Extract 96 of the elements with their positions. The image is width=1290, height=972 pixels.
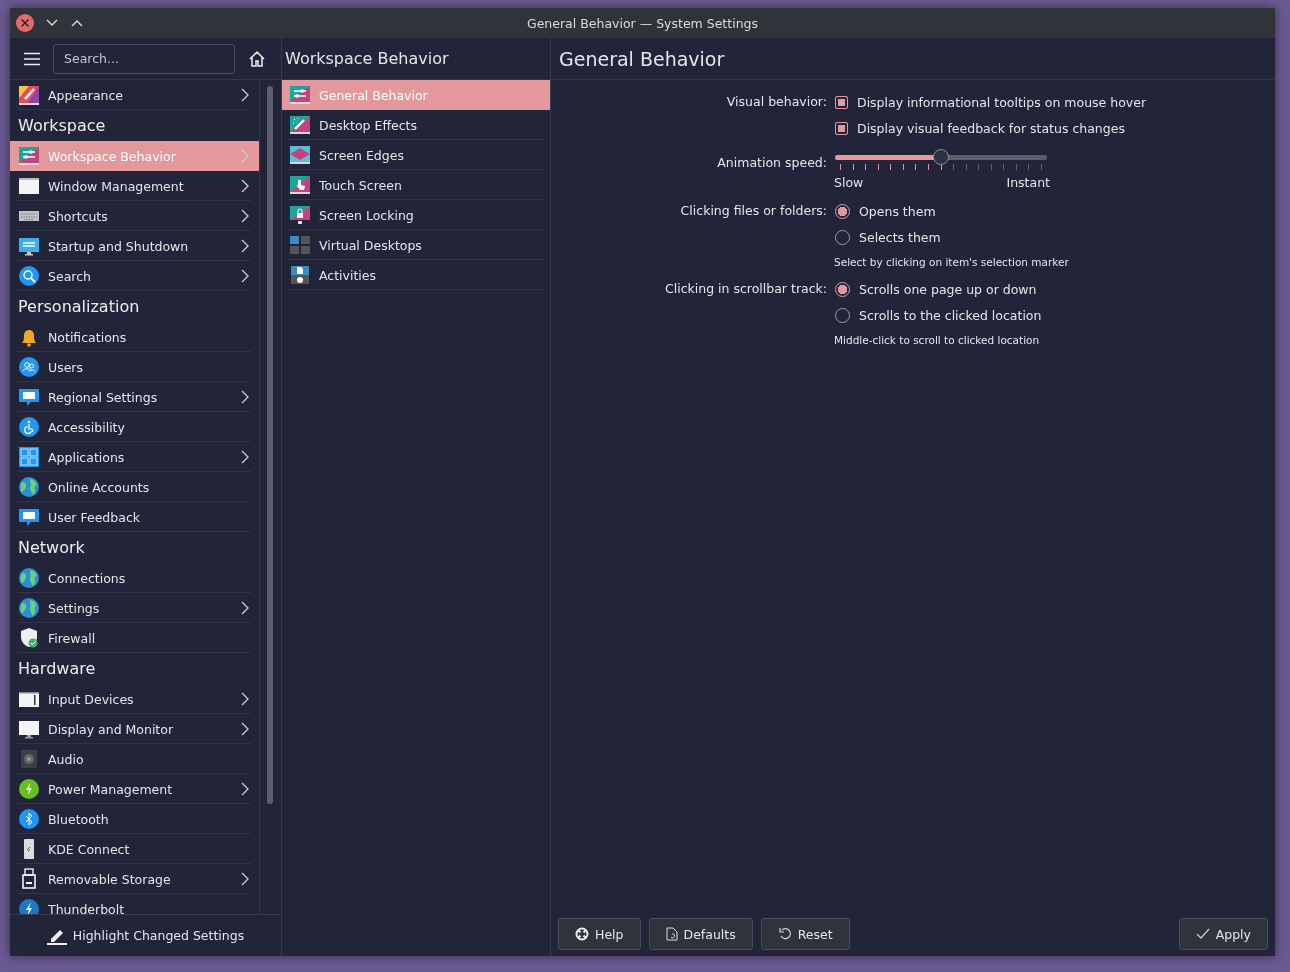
speech-bubble-icon <box>18 506 40 528</box>
help-button[interactable]: Help <box>558 918 641 950</box>
home-icon[interactable] <box>248 49 266 68</box>
category-title: Workspace Behavior <box>285 49 449 68</box>
monitor-icon <box>18 718 40 740</box>
sidebar-item[interactable]: Audio <box>10 744 260 774</box>
sidebar-item[interactable]: Regional Settings <box>10 382 260 412</box>
checkbox[interactable] <box>835 96 848 109</box>
highlight-changed-settings-button[interactable]: Highlight Changed Settings <box>42 924 249 947</box>
window-icon <box>18 175 40 197</box>
radio-option[interactable]: Opens them <box>834 200 936 223</box>
sidebar-item[interactable]: Startup and Shutdown <box>10 231 260 261</box>
sidebar-item[interactable]: Power Management <box>10 774 260 804</box>
radio-button[interactable] <box>835 282 850 297</box>
document-icon <box>665 927 678 941</box>
app-grid-icon <box>18 446 40 468</box>
magic-wand-icon <box>289 114 311 136</box>
section-header: Network <box>17 537 86 559</box>
search-field[interactable]: Search... <box>53 43 235 74</box>
sidebar-item[interactable]: Input Devices <box>10 684 260 714</box>
sidebar-item[interactable]: Users <box>10 352 260 382</box>
lock-icon <box>289 204 311 226</box>
tiles-icon <box>289 144 311 166</box>
globe-icon <box>18 597 40 619</box>
category-item[interactable]: Virtual Desktops <box>282 230 550 260</box>
search-icon <box>18 265 40 287</box>
sidebar-item[interactable]: Display and Monitor <box>10 714 260 744</box>
sidebar-item[interactable]: Connections <box>10 563 260 593</box>
sidebar-item[interactable]: User Feedback <box>10 502 260 532</box>
field-label: Visual behavior: <box>725 93 827 111</box>
undo-icon <box>777 927 792 941</box>
hint-text: Middle-click to scroll to clicked location <box>834 333 1040 346</box>
sidebar-item[interactable]: Window Management <box>10 171 260 201</box>
field-label: Clicking in scrollbar track: <box>663 280 827 298</box>
lightning-icon <box>18 898 40 914</box>
checkmark-icon <box>1195 928 1210 940</box>
radio-option[interactable]: Scrolls to the clicked location <box>834 304 1042 327</box>
window-title: General Behavior — System Settings <box>526 15 758 31</box>
shield-icon <box>18 627 40 649</box>
sidebar-item[interactable]: Search <box>10 261 260 291</box>
sidebar-item[interactable]: Accessibility <box>10 412 260 442</box>
sidebar-item[interactable]: Shortcuts <box>10 201 260 231</box>
section-header: Hardware <box>17 658 97 680</box>
checkbox-option[interactable]: Display informational tooltips on mouse hover <box>834 91 1147 114</box>
document-globe-icon <box>289 264 311 286</box>
sidebar-item[interactable]: Online Accounts <box>10 472 260 502</box>
field-label: Animation speed: <box>716 154 827 172</box>
accessibility-icon <box>18 416 40 438</box>
sliders-icon <box>289 84 311 106</box>
defaults-button[interactable]: Defaults <box>648 918 753 950</box>
hint-text: Select by clicking on item's selection marker <box>834 255 1069 268</box>
checkbox[interactable] <box>835 122 848 135</box>
hand-pointer-icon <box>289 174 311 196</box>
sidebar-item[interactable]: KDE Connect <box>10 834 260 864</box>
minimize-button[interactable] <box>45 18 59 28</box>
sidebar-item[interactable]: Removable Storage <box>10 864 260 894</box>
speech-bubble-icon <box>18 386 40 408</box>
radio-option[interactable]: Scrolls one page up or down <box>834 278 1037 301</box>
bluetooth-icon <box>18 808 40 830</box>
category-item[interactable]: Screen Locking <box>282 200 550 230</box>
sidebar-item[interactable]: Firewall <box>10 623 260 653</box>
sidebar-item[interactable]: Bluetooth <box>10 804 260 834</box>
users-icon <box>18 356 40 378</box>
menu-icon[interactable] <box>24 51 40 66</box>
desktop-grid-icon <box>289 234 311 256</box>
globe-icon <box>18 567 40 589</box>
sidebar-item[interactable]: Applications <box>10 442 260 472</box>
animation-speed-slider[interactable] <box>835 150 1047 170</box>
scrollbar-thumb[interactable] <box>267 86 274 804</box>
slider-min-label: Slow <box>834 175 864 190</box>
radio-button[interactable] <box>835 204 850 219</box>
sidebar-item[interactable]: Notifications <box>10 322 260 352</box>
page-title: General Behavior <box>559 47 725 70</box>
category-item[interactable]: Desktop Effects <box>282 110 550 140</box>
category-item[interactable]: Screen Edges <box>282 140 550 170</box>
reset-button[interactable]: Reset <box>760 918 850 950</box>
lightning-icon <box>18 778 40 800</box>
speaker-icon <box>18 748 40 770</box>
section-header: Workspace <box>17 115 107 137</box>
apply-button[interactable]: Apply <box>1178 918 1268 950</box>
maximize-button[interactable] <box>70 18 84 28</box>
category-item[interactable]: Touch Screen <box>282 170 550 200</box>
sliders-icon <box>18 145 40 167</box>
lifebuoy-icon <box>575 927 589 941</box>
checkbox-option[interactable]: Display visual feedback for status changes <box>834 117 1125 140</box>
category-item[interactable]: Activities <box>282 260 550 290</box>
section-header: Personalization <box>17 296 141 318</box>
monitor-icon <box>18 235 40 257</box>
globe-icon <box>18 476 40 498</box>
field-label: Clicking files or folders: <box>679 202 827 220</box>
sidebar-item[interactable]: Settings <box>10 593 260 623</box>
close-button[interactable] <box>16 14 34 32</box>
sidebar-item[interactable]: Appearance <box>10 80 260 110</box>
paint-brush-icon <box>18 84 40 106</box>
radio-option[interactable]: Selects them <box>834 226 941 249</box>
slider-max-label: Instant <box>1006 175 1050 190</box>
